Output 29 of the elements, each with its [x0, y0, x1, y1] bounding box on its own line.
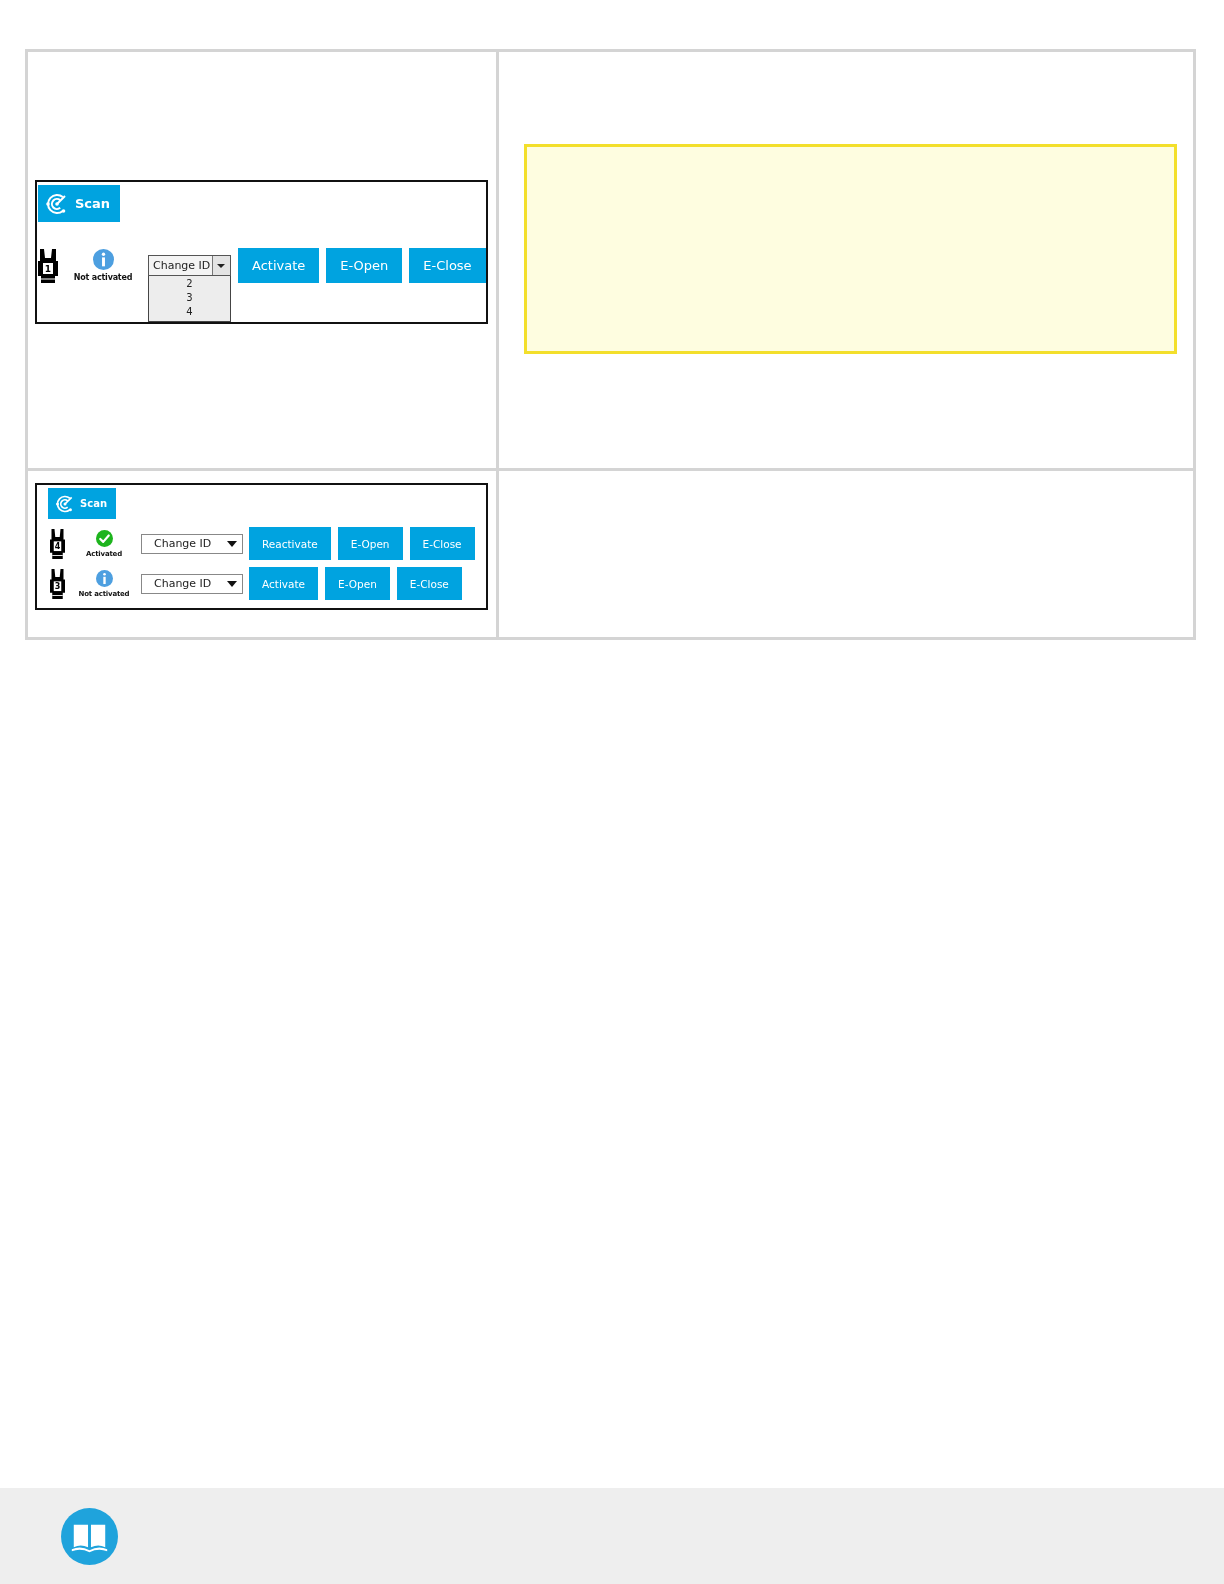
- gripper-icon: [38, 248, 58, 283]
- id-dropdown[interactable]: Change ID: [141, 533, 243, 554]
- scan-button[interactable]: Scan: [38, 185, 121, 222]
- action-button[interactable]: E-Open: [326, 248, 403, 283]
- book-icon: [61, 1507, 118, 1565]
- action-button[interactable]: E-Open: [325, 567, 390, 600]
- gripper-number: 3: [54, 581, 61, 591]
- action-button[interactable]: Activate: [238, 248, 320, 283]
- gripper-number: 1: [43, 263, 53, 274]
- status-label: Not activated: [73, 273, 133, 282]
- id-dropdown[interactable]: Change ID: [148, 255, 231, 276]
- scan-icon: [45, 191, 69, 216]
- dropdown-option[interactable]: 2: [149, 277, 230, 291]
- action-button[interactable]: E-Open: [337, 527, 403, 560]
- scan-button[interactable]: Scan: [48, 488, 116, 519]
- action-button[interactable]: E-Close: [396, 567, 462, 600]
- caret-icon: [227, 540, 237, 547]
- action-button[interactable]: E-Close: [409, 527, 475, 560]
- id-dropdown[interactable]: Change ID: [141, 573, 243, 594]
- action-button[interactable]: Activate: [249, 567, 319, 600]
- dropdown-option[interactable]: 4: [149, 305, 230, 319]
- dropdown-option[interactable]: 3: [149, 291, 230, 305]
- action-button[interactable]: Reactivate: [249, 527, 331, 560]
- gripper-icon: [50, 528, 65, 559]
- caret-icon: [227, 580, 237, 587]
- action-button[interactable]: E-Close: [409, 248, 486, 283]
- scan-icon: [55, 493, 75, 514]
- gripper-icon: [50, 568, 65, 599]
- gripper-number: 4: [54, 541, 61, 551]
